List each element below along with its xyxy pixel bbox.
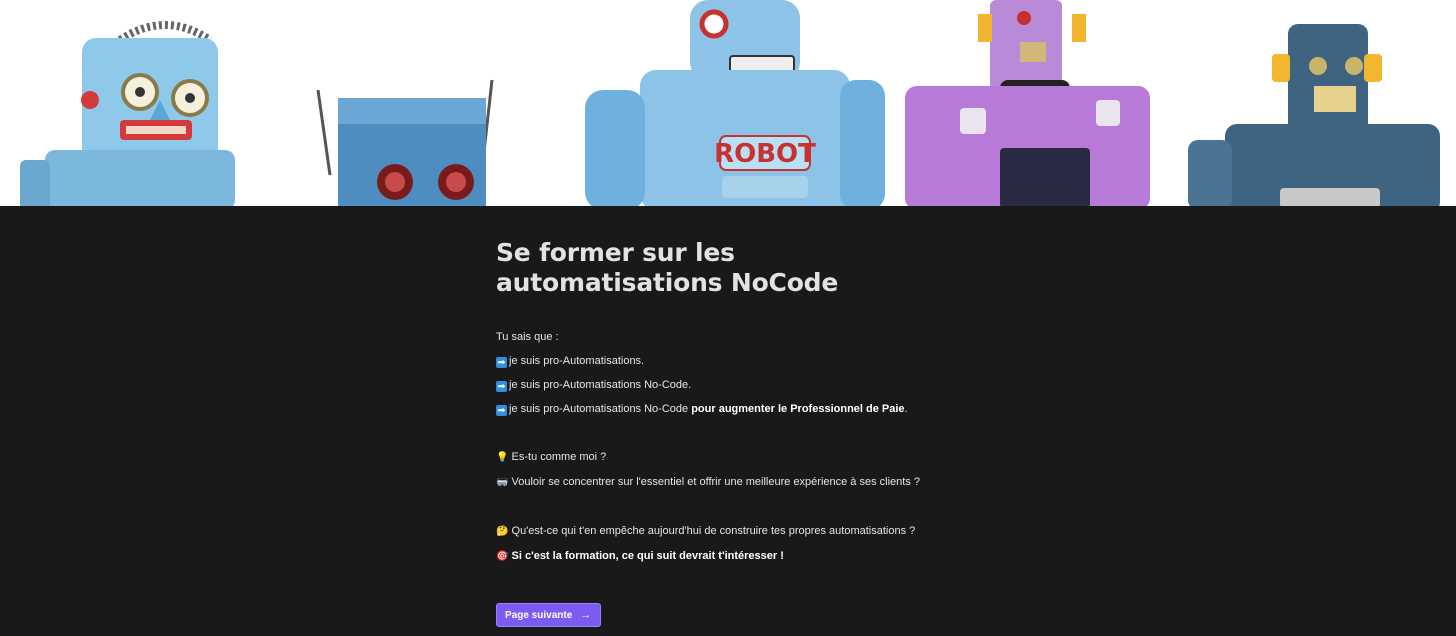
- question-line: 💡 Es-tu comme moi ?: [496, 450, 966, 465]
- goggles-icon: 🥽: [496, 477, 509, 488]
- intro-text: Tu sais que :: [496, 331, 559, 343]
- list-item-text: je suis pro-Automatisations No-Code: [509, 403, 692, 415]
- question-line: 🥽 Vouloir se concentrer sur l'essentiel …: [496, 475, 966, 490]
- header-banner-image: ROBOT: [0, 0, 1456, 206]
- robot-1-illustration: [20, 21, 235, 206]
- question-line: 🤔 Qu'est-ce qui t'en empêche aujourd'hui…: [496, 524, 966, 539]
- bold-highlight: pour augmenter le Professionnel de Paie: [691, 403, 905, 415]
- list-item: ➡ je suis pro-Automatisations.: [496, 354, 966, 368]
- question-text: Si c'est la formation, ce qui suit devra…: [511, 550, 784, 562]
- robots-illustration: ROBOT: [20, 0, 1440, 206]
- target-icon: 🎯: [496, 551, 509, 562]
- page-title: Se former sur les automatisations NoCode: [496, 238, 839, 297]
- lightbulb-icon: 💡: [496, 452, 509, 463]
- question-text: Qu'est-ce qui t'en empêche aujourd'hui d…: [511, 525, 916, 537]
- question-text: Vouloir se concentrer sur l'essentiel et…: [511, 476, 921, 488]
- arrow-right-icon: ➡: [496, 405, 507, 416]
- robot-5-illustration: [1188, 24, 1440, 206]
- next-page-button[interactable]: Page suivante →: [496, 603, 602, 627]
- arrow-right-icon: ➡: [496, 357, 507, 368]
- list-item: ➡ je suis pro-Automatisations No-Code.: [496, 378, 966, 392]
- list-item-tail: .: [904, 403, 908, 415]
- arrow-right-icon: →: [580, 609, 592, 621]
- svg-text:ROBOT: ROBOT: [714, 139, 816, 169]
- list-item: ➡ je suis pro-Automatisations No-Code pou…: [496, 402, 966, 416]
- question-line: 🎯 Si c'est la formation, ce qui suit dev…: [496, 549, 966, 564]
- arrow-right-icon: ➡: [496, 381, 507, 392]
- list-item-text: je suis pro-Automatisations No-Code.: [509, 379, 692, 391]
- robot-2-illustration: [316, 79, 494, 206]
- thinking-face-icon: 🤔: [496, 526, 509, 537]
- robot-4-illustration: [905, 0, 1150, 206]
- question-text: Es-tu comme moi ?: [511, 451, 607, 463]
- next-page-label: Page suivante: [505, 609, 573, 621]
- main-content: Se former sur les automatisations NoCode…: [496, 238, 966, 564]
- list-item-text: je suis pro-Automatisations.: [509, 355, 645, 367]
- robot-3-illustration: ROBOT: [585, 0, 885, 206]
